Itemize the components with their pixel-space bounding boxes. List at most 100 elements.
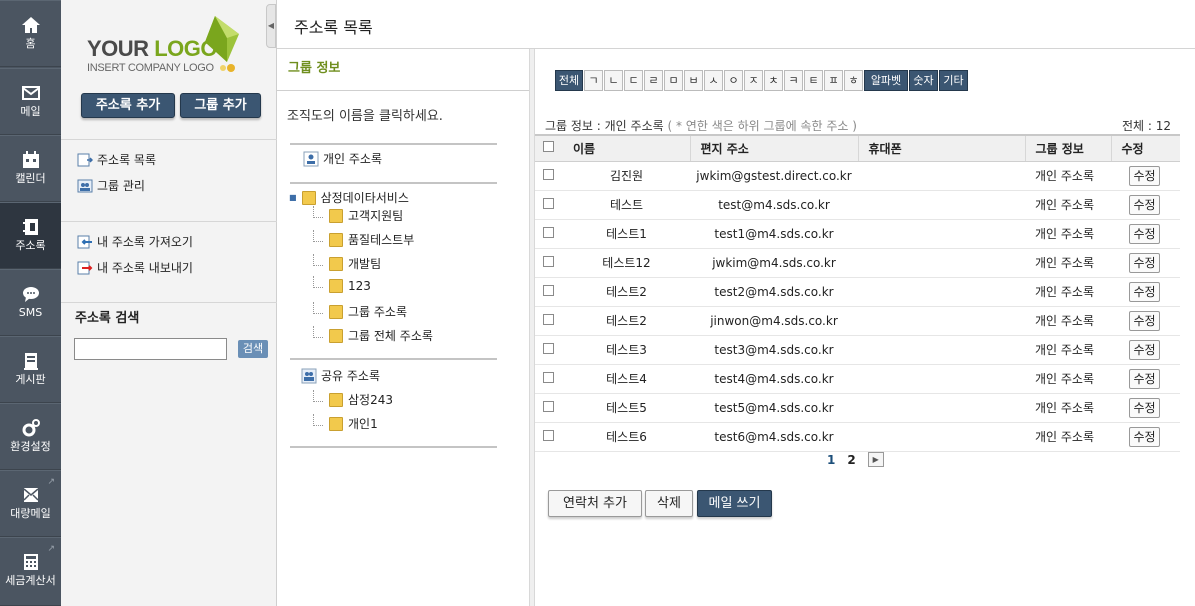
next-page-icon[interactable]: ▶ [867,452,884,467]
cell-email[interactable]: test3@m4.sds.co.kr [690,335,858,365]
rail-settings[interactable]: 환경설정 [0,403,61,470]
cell-email[interactable]: test1@m4.sds.co.kr [690,219,858,249]
filter-letter[interactable]: ㅊ [764,70,783,91]
edit-button[interactable]: 수정 [1129,194,1160,215]
menu-export[interactable]: 내 주소록 내보내기 [77,255,193,281]
filter-number[interactable]: 숫자 [909,70,938,91]
col-email[interactable]: 편지 주소 [689,134,858,162]
edit-button[interactable]: 수정 [1129,339,1160,360]
filter-letter[interactable]: ㄹ [644,70,663,91]
rail-sms[interactable]: SMS [0,269,61,336]
add-addressbook-button[interactable]: 주소록 추가 [81,93,175,118]
filter-other[interactable]: 기타 [939,70,968,91]
tree-node-personal[interactable]: 개인 주소록 [303,150,382,167]
table-row[interactable]: 테스트5 test5@m4.sds.co.kr 개인 주소록 수정 [535,393,1180,423]
filter-letter[interactable]: ㅎ [844,70,863,91]
row-checkbox[interactable] [543,226,554,238]
col-group[interactable]: 그룹 정보 [1024,134,1111,162]
table-row[interactable]: 테스트 test@m4.sds.co.kr 개인 주소록 수정 [535,190,1180,220]
search-input[interactable] [74,338,227,360]
tree-node-org[interactable]: ■ 삼정데이타서비스 [289,189,409,206]
table-row[interactable]: 김진원 jwkim@gstest.direct.co.kr 개인 주소록 수정 [535,161,1180,191]
collapse-sidebar-toggle[interactable]: ◀ [266,4,276,48]
cell-name[interactable]: 테스트4 [563,364,690,394]
cell-email[interactable]: jinwon@m4.sds.co.kr [690,306,858,336]
rail-home[interactable]: 홈 [0,0,61,67]
table-row[interactable]: 테스트12 jwkim@m4.sds.co.kr 개인 주소록 수정 [535,248,1180,278]
table-row[interactable]: 테스트6 test6@m4.sds.co.kr 개인 주소록 수정 [535,422,1180,452]
menu-group-manage[interactable]: 그룹 관리 [77,173,156,199]
rail-bulkmail[interactable]: ↗ 대량메일 [0,470,61,537]
page-1[interactable]: 1 [827,453,835,467]
edit-button[interactable]: 수정 [1129,252,1160,273]
row-checkbox[interactable] [543,400,554,412]
rail-mail[interactable]: 메일 [0,68,61,135]
row-checkbox[interactable] [543,371,554,383]
write-mail-button[interactable]: 메일 쓰기 [697,490,772,517]
table-row[interactable]: 테스트4 test4@m4.sds.co.kr 개인 주소록 수정 [535,364,1180,394]
filter-letter[interactable]: ㅌ [804,70,823,91]
col-phone[interactable]: 휴대폰 [857,134,1025,162]
filter-letter[interactable]: ㅅ [704,70,723,91]
cell-name[interactable]: 테스트2 [563,277,690,307]
cell-email[interactable]: test@m4.sds.co.kr [690,190,858,220]
cell-name[interactable]: 테스트 [563,190,690,220]
edit-button[interactable]: 수정 [1129,368,1160,389]
cell-email[interactable]: test2@m4.sds.co.kr [690,277,858,307]
tree-node-child[interactable]: 개발팀 [313,253,381,272]
page-2[interactable]: 2 [847,453,855,467]
cell-email[interactable]: test5@m4.sds.co.kr [690,393,858,423]
cell-name[interactable]: 테스트12 [563,248,690,278]
search-button[interactable]: 검색 [238,340,268,358]
row-checkbox[interactable] [543,255,554,267]
row-checkbox[interactable] [543,429,554,441]
rail-tax-invoice[interactable]: ↗ 세금계산서 [0,537,61,606]
table-row[interactable]: 테스트1 test1@m4.sds.co.kr 개인 주소록 수정 [535,219,1180,249]
menu-addressbook-list[interactable]: 주소록 목록 [77,147,156,173]
tree-node-child[interactable]: 123 [313,276,371,293]
edit-button[interactable]: 수정 [1129,165,1160,186]
row-checkbox[interactable] [543,197,554,209]
delete-button[interactable]: 삭제 [645,490,693,517]
add-contact-button[interactable]: 연락처 추가 [548,490,642,517]
filter-letter[interactable]: ㅍ [824,70,843,91]
edit-button[interactable]: 수정 [1129,426,1160,447]
cell-name[interactable]: 테스트3 [563,335,690,365]
row-checkbox[interactable] [543,342,554,354]
cell-name[interactable]: 테스트1 [563,219,690,249]
tree-node-child[interactable]: 개인1 [313,413,378,432]
tree-node-child[interactable]: 삼정243 [313,389,393,408]
cell-name[interactable]: 테스트5 [563,393,690,423]
add-group-button[interactable]: 그룹 추가 [180,93,261,118]
tree-node-child[interactable]: 고객지원팀 [313,205,403,224]
row-checkbox[interactable] [543,168,554,180]
filter-all[interactable]: 전체 [555,70,583,91]
filter-letter[interactable]: ㅈ [744,70,763,91]
select-all-checkbox[interactable] [543,141,554,153]
cell-name[interactable]: 테스트6 [563,422,690,452]
edit-button[interactable]: 수정 [1129,310,1160,331]
filter-letter[interactable]: ㄱ [584,70,603,91]
rail-addressbook[interactable]: 주소록 [0,202,61,269]
tree-node-child[interactable]: 품질테스트부 [313,229,414,248]
tree-node-child[interactable]: 그룹 주소록 [313,301,407,320]
filter-letter[interactable]: ㅂ [684,70,703,91]
rail-board[interactable]: 게시판 [0,336,61,403]
edit-button[interactable]: 수정 [1129,397,1160,418]
cell-email[interactable]: jwkim@m4.sds.co.kr [690,248,858,278]
tree-node-child[interactable]: 그룹 전체 주소록 [313,325,433,344]
edit-button[interactable]: 수정 [1129,223,1160,244]
filter-letter[interactable]: ㄴ [604,70,623,91]
tree-node-shared[interactable]: 공유 주소록 [301,367,380,384]
filter-alphabet[interactable]: 알파벳 [864,70,908,91]
filter-letter[interactable]: ㅋ [784,70,803,91]
table-row[interactable]: 테스트3 test3@m4.sds.co.kr 개인 주소록 수정 [535,335,1180,365]
table-row[interactable]: 테스트2 jinwon@m4.sds.co.kr 개인 주소록 수정 [535,306,1180,336]
cell-name[interactable]: 테스트2 [563,306,690,336]
filter-letter[interactable]: ㅁ [664,70,683,91]
filter-letter[interactable]: ㅇ [724,70,743,91]
table-row[interactable]: 테스트2 test2@m4.sds.co.kr 개인 주소록 수정 [535,277,1180,307]
edit-button[interactable]: 수정 [1129,281,1160,302]
col-name[interactable]: 이름 [563,134,690,162]
cell-email[interactable]: jwkim@gstest.direct.co.kr [690,161,858,191]
